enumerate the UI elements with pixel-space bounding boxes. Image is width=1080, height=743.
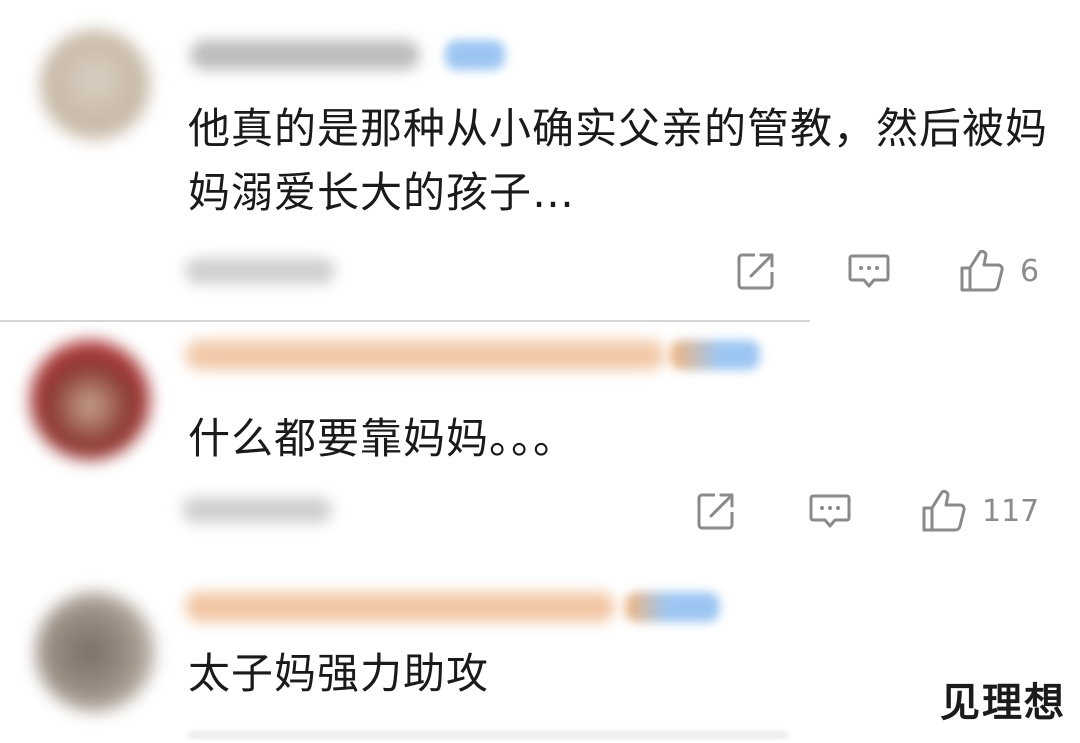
comment-text: 他真的是那种从小确实父亲的管教，然后被妈妈溺爱长大的孩子… — [188, 104, 1049, 217]
username-blurred[interactable] — [190, 40, 420, 70]
share-button[interactable] — [695, 490, 737, 532]
like-button[interactable]: 117 — [920, 488, 1039, 534]
reply-button[interactable] — [847, 250, 891, 292]
thumbs-up-icon — [958, 248, 1006, 294]
like-count: 117 — [982, 493, 1040, 529]
comment-text: 什么都要靠妈妈。。。 — [188, 414, 577, 463]
like-button[interactable]: 6 — [958, 248, 1039, 294]
comment-item: 太子妈强力助攻 — [0, 562, 1080, 743]
comment-item: 他真的是那种从小确实父亲的管教，然后被妈妈溺爱长大的孩子… 6 — [0, 0, 1080, 322]
avatar[interactable] — [30, 340, 150, 460]
avatar[interactable] — [40, 30, 150, 140]
timestamp-blurred — [182, 497, 332, 523]
share-icon — [695, 490, 737, 532]
user-badge-blurred — [445, 40, 505, 70]
thumbs-up-icon — [920, 488, 968, 534]
like-count: 6 — [1020, 253, 1040, 289]
comment-icon — [847, 250, 891, 292]
share-button[interactable] — [735, 250, 777, 292]
user-badge-blurred — [625, 592, 720, 622]
reply-button[interactable] — [808, 490, 852, 532]
comment-text: 太子妈强力助攻 — [188, 649, 490, 698]
user-badge-blurred — [670, 340, 760, 370]
username-blurred[interactable] — [185, 340, 665, 370]
timestamp-blurred — [185, 258, 335, 284]
comment-item: 什么都要靠妈妈。。。 117 — [0, 322, 1080, 562]
share-icon — [735, 250, 777, 292]
comment-list: 他真的是那种从小确实父亲的管教，然后被妈妈溺爱长大的孩子… 6 什么都要靠妈妈。… — [0, 0, 1080, 743]
comment-icon — [808, 490, 852, 532]
watermark: 见理想 — [940, 680, 1066, 726]
avatar[interactable] — [35, 592, 155, 712]
timestamp-blurred — [188, 732, 788, 738]
username-blurred[interactable] — [185, 592, 615, 622]
